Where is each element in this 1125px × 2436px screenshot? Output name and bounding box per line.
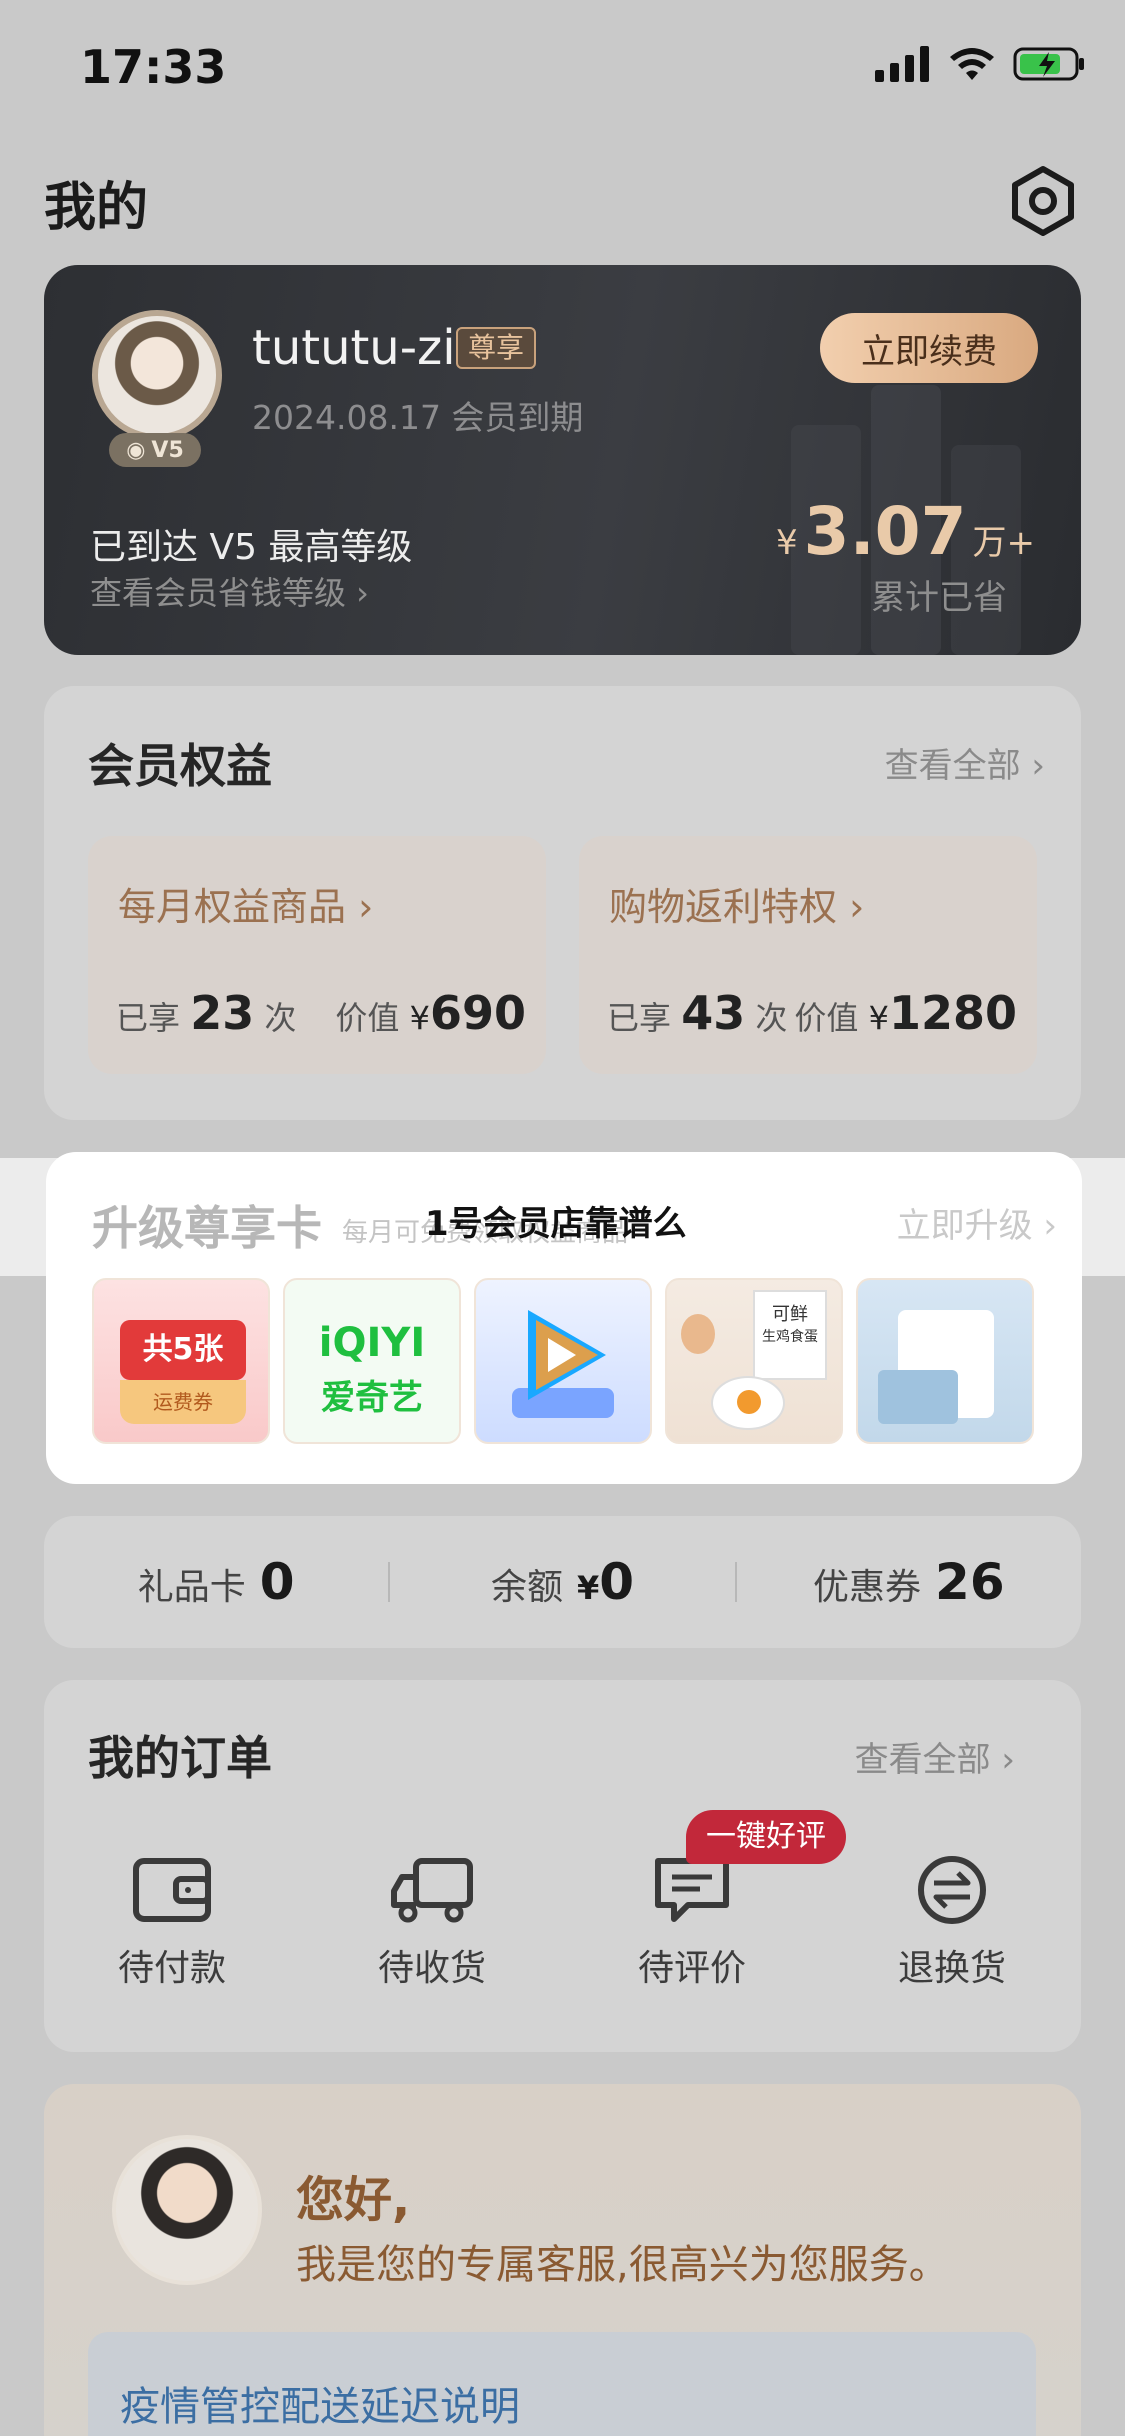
saved-amount: ¥ 3.07 万+: [776, 493, 1035, 570]
used-value: 23: [190, 986, 255, 1040]
signal-icon: [875, 46, 929, 82]
vip-tag: 尊享: [456, 327, 537, 369]
status-icons: [875, 46, 1085, 82]
value-prefix: 价值: [794, 999, 859, 1037]
member-benefits-card: 会员权益 查看全部 › 每月权益商品 › 已享 23 次 价值 ¥690 购物返…: [44, 686, 1081, 1120]
egg-box-line2: 生鸡食蛋: [762, 1329, 818, 1345]
upgrade-title: 升级尊享卡: [92, 1201, 322, 1255]
asset-label: 优惠券: [813, 1567, 922, 1608]
used-count: 已享 23 次: [116, 986, 296, 1040]
used-prefix: 已享: [116, 999, 181, 1037]
benefits-title: 会员权益: [88, 739, 272, 793]
value-currency: ¥: [409, 999, 430, 1037]
value-currency: ¥: [868, 999, 889, 1037]
asset-label: 余额: [490, 1567, 563, 1608]
service-description: 我是您的专属客服,很高兴为您服务。: [296, 2242, 949, 2288]
my-orders-card: 我的订单 查看全部 › 待付款 待收货 待评价 退换货: [44, 1680, 1081, 2052]
member-card[interactable]: ◉ V5 tututu-zi 尊享 2024.08.17 会员到期 立即续费 已…: [44, 265, 1081, 655]
benefit-stats: 已享 23 次 价值 ¥690: [116, 986, 526, 1040]
thumb-product-package[interactable]: [856, 1278, 1034, 1444]
iqiyi-label: 爱奇艺: [321, 1378, 423, 1418]
order-label: 待付款: [117, 1948, 226, 1989]
service-agent-avatar: [112, 2135, 262, 2285]
coupon-label: 运费券: [120, 1380, 246, 1424]
play-logo-icon: [512, 1310, 614, 1418]
level-status: 已到达 V5 最高等级: [90, 527, 413, 568]
upgrade-now-link[interactable]: 立即升级 ›: [897, 1198, 1057, 1247]
savings-level-link[interactable]: 查看会员省钱等级 ›: [90, 568, 369, 614]
benefit-value: 价值 ¥690: [335, 986, 526, 1040]
status-time: 17:33: [80, 40, 227, 94]
saved-label: 累计已省: [871, 578, 1007, 618]
renew-button[interactable]: 立即续费: [820, 313, 1038, 383]
order-pending-review[interactable]: 待评价: [602, 1855, 782, 1991]
v-logo-icon: ◉: [126, 437, 146, 463]
comment-icon: [655, 1858, 729, 1922]
asset-value: 0: [259, 1553, 295, 1611]
order-pending-payment[interactable]: 待付款: [82, 1855, 262, 1991]
order-label: 待收货: [377, 1948, 486, 1989]
battery-charging-icon: [1013, 47, 1084, 81]
benefit-title: 购物返利特权 ›: [609, 885, 865, 929]
value-amount: 1280: [888, 986, 1017, 1040]
value-amount: 690: [429, 986, 526, 1040]
used-prefix: 已享: [607, 999, 672, 1037]
saved-amount-unit: 万+: [972, 523, 1036, 563]
order-pending-delivery[interactable]: 待收货: [342, 1855, 522, 1991]
settings-icon[interactable]: [1007, 165, 1079, 237]
membership-expire-date: 2024.08.17 会员到期: [252, 398, 584, 437]
order-return-exchange[interactable]: 退换货: [862, 1855, 1042, 1991]
wallet-icon: [133, 1858, 211, 1922]
benefit-shopping-rebate[interactable]: 购物返利特权 › 已享 43 次 价值 ¥1280: [579, 836, 1037, 1074]
orders-title: 我的订单: [88, 1731, 272, 1785]
thumb-eggs[interactable]: 可鲜 生鸡食蛋: [665, 1278, 843, 1444]
used-suffix: 次: [264, 999, 297, 1037]
asset-value: 0: [599, 1553, 635, 1611]
asset-balance[interactable]: 余额 ¥0: [390, 1553, 734, 1611]
benefits-view-all[interactable]: 查看全部 ›: [885, 738, 1045, 787]
iqiyi-logo: iQIYI: [318, 1320, 426, 1366]
benefit-stats: 已享 43 次 价值 ¥1280: [607, 986, 1017, 1040]
service-greeting: 您好,: [296, 2172, 411, 2228]
value-prefix: 价值: [335, 999, 400, 1037]
asset-coupons[interactable]: 优惠券 26: [737, 1553, 1081, 1611]
egg-box-line1: 可鲜: [772, 1304, 808, 1325]
asset-label: 礼品卡: [137, 1567, 246, 1608]
truck-icon: [391, 1858, 473, 1923]
level-badge: ◉ V5: [109, 433, 201, 467]
wifi-icon: [950, 48, 994, 80]
asset-gift-card[interactable]: 礼品卡 0: [44, 1553, 388, 1611]
page-title: 我的: [44, 178, 149, 238]
saved-amount-value: 3.07: [803, 493, 967, 570]
avatar[interactable]: [92, 310, 222, 440]
benefit-value: 价值 ¥1280: [794, 986, 1017, 1040]
currency-symbol: ¥: [776, 523, 798, 563]
used-value: 43: [681, 986, 746, 1040]
exchange-icon: [918, 1856, 986, 1924]
username: tututu-zi: [252, 320, 456, 376]
orders-view-all[interactable]: 查看全部 ›: [855, 1732, 1015, 1781]
order-label: 退换货: [897, 1948, 1006, 1989]
benefit-title: 每月权益商品 ›: [118, 885, 374, 929]
coupon-icon: 共5张: [120, 1320, 246, 1380]
level-badge-label: V5: [151, 437, 184, 463]
overlay-caption: 1号会员店靠谱么: [425, 1204, 687, 1244]
product-box-icon: [878, 1370, 958, 1424]
one-click-review-badge[interactable]: 一键好评: [686, 1810, 846, 1864]
benefit-monthly-goods[interactable]: 每月权益商品 › 已享 23 次 价值 ¥690: [88, 836, 546, 1074]
assets-row: 礼品卡 0 余额 ¥0 优惠券 26: [44, 1516, 1081, 1648]
egg-box-label: 可鲜 生鸡食蛋: [753, 1290, 827, 1380]
egg-icon: [681, 1314, 715, 1354]
notice-title[interactable]: 疫情管控配送延迟说明: [120, 2374, 520, 2432]
asset-value: 26: [935, 1553, 1005, 1611]
order-label: 待评价: [637, 1948, 746, 1989]
yolk-icon: [737, 1390, 761, 1414]
thumb-shipping-coupon[interactable]: 共5张 运费券: [92, 1278, 270, 1444]
asset-currency: ¥: [576, 1569, 600, 1607]
used-count: 已享 43 次: [607, 986, 787, 1040]
thumb-tencent-video[interactable]: [474, 1278, 652, 1444]
used-suffix: 次: [755, 999, 788, 1037]
thumb-iqiyi[interactable]: iQIYI 爱奇艺: [283, 1278, 461, 1444]
